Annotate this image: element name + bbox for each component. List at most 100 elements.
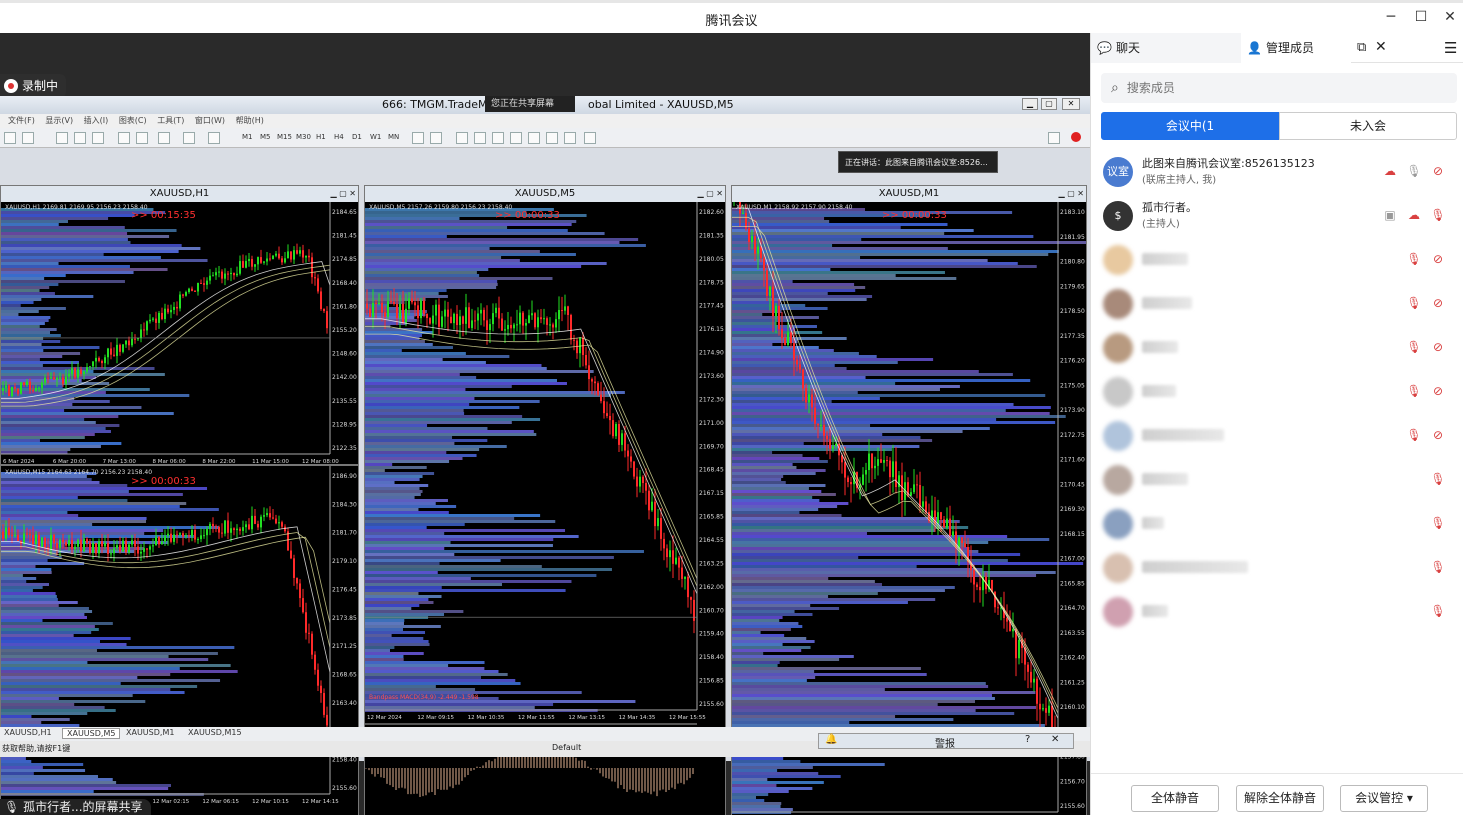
chart-window-m5[interactable]: XAUUSD,M5 ▁ ▢ ✕ 2182.60 2181.35 2180.05 217… [364,185,726,815]
crosshair-icon[interactable] [430,132,442,144]
toolbar-button[interactable] [158,132,170,144]
tab-xauusd-h1[interactable]: XAUUSD,H1 [4,728,52,737]
maximize-button[interactable]: ☐ [1412,8,1430,26]
alarm-close-button[interactable]: ✕ [1051,734,1059,745]
tab-xauusd-m15[interactable]: XAUUSD,M15 [188,728,242,737]
filter-in-meeting[interactable]: 会议中(1 [1101,112,1279,140]
mic-muted-icon[interactable]: 🎙 [1406,383,1422,399]
mic-muted-icon[interactable]: 🎙 [1430,559,1446,575]
mic-muted-icon[interactable]: 🎙 [1430,471,1446,487]
vertical-line-icon[interactable] [456,132,468,144]
tab-xauusd-m1[interactable]: XAUUSD,M1 [126,728,174,737]
timeframe-m5[interactable]: M5 [260,133,271,141]
toolbar-button[interactable] [136,132,148,144]
camera-off-icon[interactable]: ⊘ [1430,339,1446,355]
timeframe-mn[interactable]: MN [388,133,399,141]
chart-window-m1[interactable]: XAUUSD,M1 ▁ ▢ ✕ 2183.10 2181.95 2180.80 217… [731,185,1087,815]
chart-window-buttons[interactable]: ▁ ▢ ✕ [698,189,724,198]
zoom-out-icon[interactable] [74,132,86,144]
mic-muted-icon[interactable]: 🎙 [1406,427,1422,443]
zoom-in-icon[interactable] [56,132,68,144]
alarm-help-button[interactable]: ? [1025,734,1030,745]
filter-not-joined[interactable]: 未入会 [1279,112,1457,140]
search-icon[interactable] [1048,132,1060,144]
mic-muted-icon[interactable]: 🎙 [1430,515,1446,531]
member-row[interactable]: ⊘ 🎙 [1091,369,1463,413]
timeframe-d1[interactable]: D1 [352,133,362,141]
clock-icon[interactable] [183,132,195,144]
mt-close-button[interactable]: ✕ [1062,98,1080,110]
mute-all-button[interactable]: 全体静音 [1131,785,1219,812]
timeframe-h4[interactable]: H4 [334,133,344,141]
minimize-button[interactable]: ─ [1382,8,1400,26]
chart-canvas-h1[interactable]: 2184.65 2181.45 2174.85 2168.40 2161.80 2155.… [1,202,359,465]
menu-icon[interactable]: ☰ [1444,39,1457,57]
camera-off-icon[interactable]: ⊘ [1430,383,1446,399]
close-panel-icon[interactable]: ✕ [1375,39,1387,55]
member-row[interactable]: 🎙 [1091,501,1463,545]
mic-muted-icon[interactable]: 🎙 [1406,339,1422,355]
timeframe-m1[interactable]: M1 [242,133,253,141]
template-icon[interactable] [208,132,220,144]
chart-canvas-m5[interactable]: 2182.60 2181.35 2180.05 2178.75 2177.45 2176.… [365,202,726,815]
tab-members[interactable]: 👤 管理成员 [1241,33,1351,63]
member-row[interactable]: $ 孤市行者。 (主持人) ▣ ☁ 🎙 [1091,193,1463,237]
member-row[interactable]: 议室 此图来自腾讯会议室:8526135123 (联席主持人, 我) ☁ 🎙 ⊘ [1091,149,1463,193]
chart-window-buttons[interactable]: ▁ ▢ ✕ [331,189,357,198]
notification-icon[interactable] [1071,132,1081,142]
timeframe-m30[interactable]: M30 [296,133,311,141]
label-icon[interactable] [564,132,576,144]
member-row[interactable]: ⊘ 🎙 [1091,413,1463,457]
camera-off-icon[interactable]: ⊘ [1430,295,1446,311]
chart-window-m15[interactable]: 2186.90 2184.30 2181.70 2179.10 2176.45 2173.… [0,465,359,815]
fibonacci-icon[interactable] [528,132,540,144]
mt-maximize-button[interactable]: ▢ [1041,98,1057,110]
mt-menu-insert[interactable]: 插入(I) [84,116,109,125]
mt-menu-help[interactable]: 帮助(H) [236,116,264,125]
mt-menu-charts[interactable]: 图表(C) [119,116,147,125]
tab-xauusd-m5[interactable]: XAUUSD,M5 [62,728,121,739]
mt-menu-file[interactable]: 文件(F) [8,116,35,125]
mic-muted-icon[interactable]: 🎙 [1406,251,1422,267]
toolbar-button[interactable] [4,132,16,144]
unmute-all-button[interactable]: 解除全体静音 [1236,785,1324,812]
member-row[interactable]: ⊘ 🎙 [1091,237,1463,281]
shapes-icon[interactable] [584,132,596,144]
member-row[interactable]: 🎙 [1091,457,1463,501]
cursor-icon[interactable] [412,132,424,144]
toolbar-button[interactable] [118,132,130,144]
mt-menu-view[interactable]: 显示(V) [45,116,73,125]
cloud-record-icon[interactable]: ☁ [1406,207,1422,223]
close-button[interactable]: ✕ [1441,8,1459,26]
channel-icon[interactable] [510,132,522,144]
member-row[interactable]: 🎙 [1091,589,1463,633]
timeframe-w1[interactable]: W1 [370,133,381,141]
camera-off-icon[interactable]: ⊘ [1430,427,1446,443]
mt-menu-window[interactable]: 窗口(W) [195,116,225,125]
recording-badge[interactable]: 录制中 [0,74,67,98]
member-search[interactable]: ⌕ [1101,73,1457,103]
camera-off-icon[interactable]: ⊘ [1430,163,1446,179]
toolbar-button[interactable] [22,132,34,144]
mt-minimize-button[interactable]: ▁ [1022,98,1038,110]
mic-muted-icon[interactable]: 🎙 [1406,295,1422,311]
tile-icon[interactable] [92,132,104,144]
camera-off-icon[interactable]: ⊘ [1430,251,1446,267]
meeting-control-button[interactable]: 会议管控 ▾ [1340,785,1428,812]
chart-window-buttons[interactable]: ▁ ▢ ✕ [1059,189,1085,198]
trendline-icon[interactable] [492,132,504,144]
timeframe-m15[interactable]: M15 [277,133,292,141]
text-icon[interactable] [546,132,558,144]
alarm-panel[interactable]: 🔔 警报 ? ✕ [818,733,1074,750]
chart-window-h1[interactable]: XAUUSD,H1 ▁ ▢ ✕ 2184.65 2181.45 2174.85 216… [0,185,359,465]
chart-canvas-m1[interactable]: 2183.10 2181.95 2180.80 2179.65 2178.50 2177.… [732,202,1087,815]
horizontal-line-icon[interactable] [474,132,486,144]
cloud-record-icon[interactable]: ☁ [1382,163,1398,179]
timeframe-h1[interactable]: H1 [316,133,326,141]
mic-icon[interactable]: 🎙 [1406,163,1422,179]
popout-icon[interactable]: ⧉ [1357,40,1366,55]
mt-menu-tools[interactable]: 工具(T) [157,116,184,125]
member-row[interactable]: ⊘ 🎙 [1091,281,1463,325]
member-row[interactable]: 🎙 [1091,545,1463,589]
search-input[interactable] [1126,81,1427,95]
